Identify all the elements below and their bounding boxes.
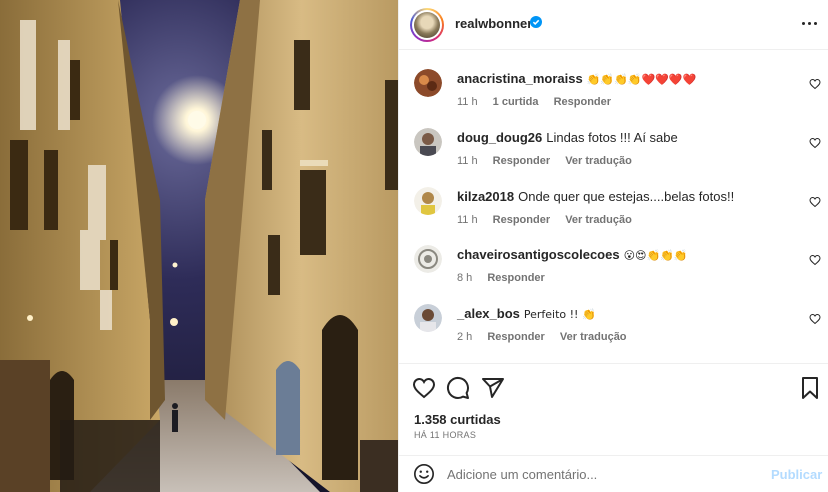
comment-meta: 11 h Responder Ver tradução bbox=[457, 155, 644, 167]
verified-badge-icon bbox=[530, 16, 542, 28]
author-avatar[interactable] bbox=[410, 8, 444, 42]
comment-meta: 8 h Responder bbox=[457, 272, 557, 284]
see-translation-button[interactable]: Ver tradução bbox=[565, 155, 632, 167]
comment-meta: 11 h Responder Ver tradução bbox=[457, 214, 644, 226]
like-comment-heart-icon[interactable] bbox=[809, 137, 821, 149]
like-comment-heart-icon[interactable] bbox=[809, 78, 821, 90]
like-heart-icon[interactable] bbox=[412, 376, 436, 400]
reply-button[interactable]: Responder bbox=[487, 272, 544, 284]
see-translation-button[interactable]: Ver tradução bbox=[565, 214, 632, 226]
reply-button[interactable]: Responder bbox=[554, 96, 611, 108]
comment-text: Perfeito !! 👏 bbox=[523, 308, 596, 321]
add-comment-bar: Publicar bbox=[399, 455, 828, 492]
post-side-panel: realwbonner anacristina_moraiss 👏👏👏👏❤️❤️❤… bbox=[398, 0, 828, 492]
comment-meta: 2 h Responder Ver tradução bbox=[457, 331, 639, 343]
comment-time[interactable]: 11 h bbox=[457, 96, 478, 108]
comment-avatar[interactable] bbox=[414, 128, 442, 156]
author-username[interactable]: realwbonner bbox=[455, 16, 532, 31]
comment-avatar[interactable] bbox=[414, 245, 442, 273]
comment-text: Lindas fotos !!! Aí sabe bbox=[546, 130, 678, 145]
post-timestamp[interactable]: HÁ 11 HORAS bbox=[414, 430, 476, 440]
comment-text: Onde quer que estejas....belas fotos!! bbox=[518, 189, 735, 204]
comment-meta: 11 h 1 curtida Responder bbox=[457, 96, 623, 108]
like-comment-heart-icon[interactable] bbox=[809, 254, 821, 266]
comment-username[interactable]: _alex_bos bbox=[457, 306, 520, 321]
comment-text: 👏👏👏👏❤️❤️❤️❤️ bbox=[586, 73, 697, 86]
likes-count[interactable]: 1.358 curtidas bbox=[414, 412, 501, 427]
like-comment-heart-icon[interactable] bbox=[809, 196, 821, 208]
comment-icon[interactable] bbox=[446, 376, 470, 400]
comment-likes[interactable]: 1 curtida bbox=[493, 96, 539, 108]
reply-button[interactable]: Responder bbox=[493, 155, 550, 167]
comment-item: kilza2018 Onde quer que estejas....belas … bbox=[399, 187, 828, 243]
comment-time[interactable]: 11 h bbox=[457, 155, 478, 167]
comment-item: doug_doug26 Lindas fotos !!! Aí sabe 11 h… bbox=[399, 128, 828, 184]
share-icon[interactable] bbox=[481, 376, 505, 400]
post-actions: 1.358 curtidas HÁ 11 HORAS bbox=[399, 363, 828, 459]
like-comment-heart-icon[interactable] bbox=[809, 313, 821, 325]
more-options-icon[interactable] bbox=[798, 12, 820, 34]
comment-username[interactable]: doug_doug26 bbox=[457, 130, 542, 145]
post-photo[interactable] bbox=[0, 0, 398, 492]
comment-username[interactable]: anacristina_moraiss bbox=[457, 71, 583, 86]
reply-button[interactable]: Responder bbox=[493, 214, 550, 226]
comment-input[interactable] bbox=[447, 465, 747, 483]
comment-username[interactable]: kilza2018 bbox=[457, 189, 514, 204]
comment-avatar[interactable] bbox=[414, 69, 442, 97]
comment-avatar[interactable] bbox=[414, 187, 442, 215]
street-photo-image bbox=[0, 0, 398, 492]
comment-item: anacristina_moraiss 👏👏👏👏❤️❤️❤️❤️ 11 h 1 c… bbox=[399, 69, 828, 125]
comment-text: 😮😍👏👏👏 bbox=[623, 249, 688, 262]
see-translation-button[interactable]: Ver tradução bbox=[560, 331, 627, 343]
comment-item: _alex_bos Perfeito !! 👏 2 h Responder Ver… bbox=[399, 304, 828, 360]
post-header: realwbonner bbox=[399, 0, 828, 50]
comment-time[interactable]: 11 h bbox=[457, 214, 478, 226]
reply-button[interactable]: Responder bbox=[487, 331, 544, 343]
emoji-icon[interactable] bbox=[413, 463, 435, 485]
publish-button[interactable]: Publicar bbox=[771, 467, 822, 482]
comment-avatar[interactable] bbox=[414, 304, 442, 332]
comment-time[interactable]: 2 h bbox=[457, 331, 472, 343]
save-bookmark-icon[interactable] bbox=[798, 376, 822, 400]
comment-time[interactable]: 8 h bbox=[457, 272, 472, 284]
comment-username[interactable]: chaveirosantigoscolecoes bbox=[457, 247, 620, 262]
comment-item: chaveirosantigoscolecoes 😮😍👏👏👏 8 h Respon… bbox=[399, 245, 828, 301]
